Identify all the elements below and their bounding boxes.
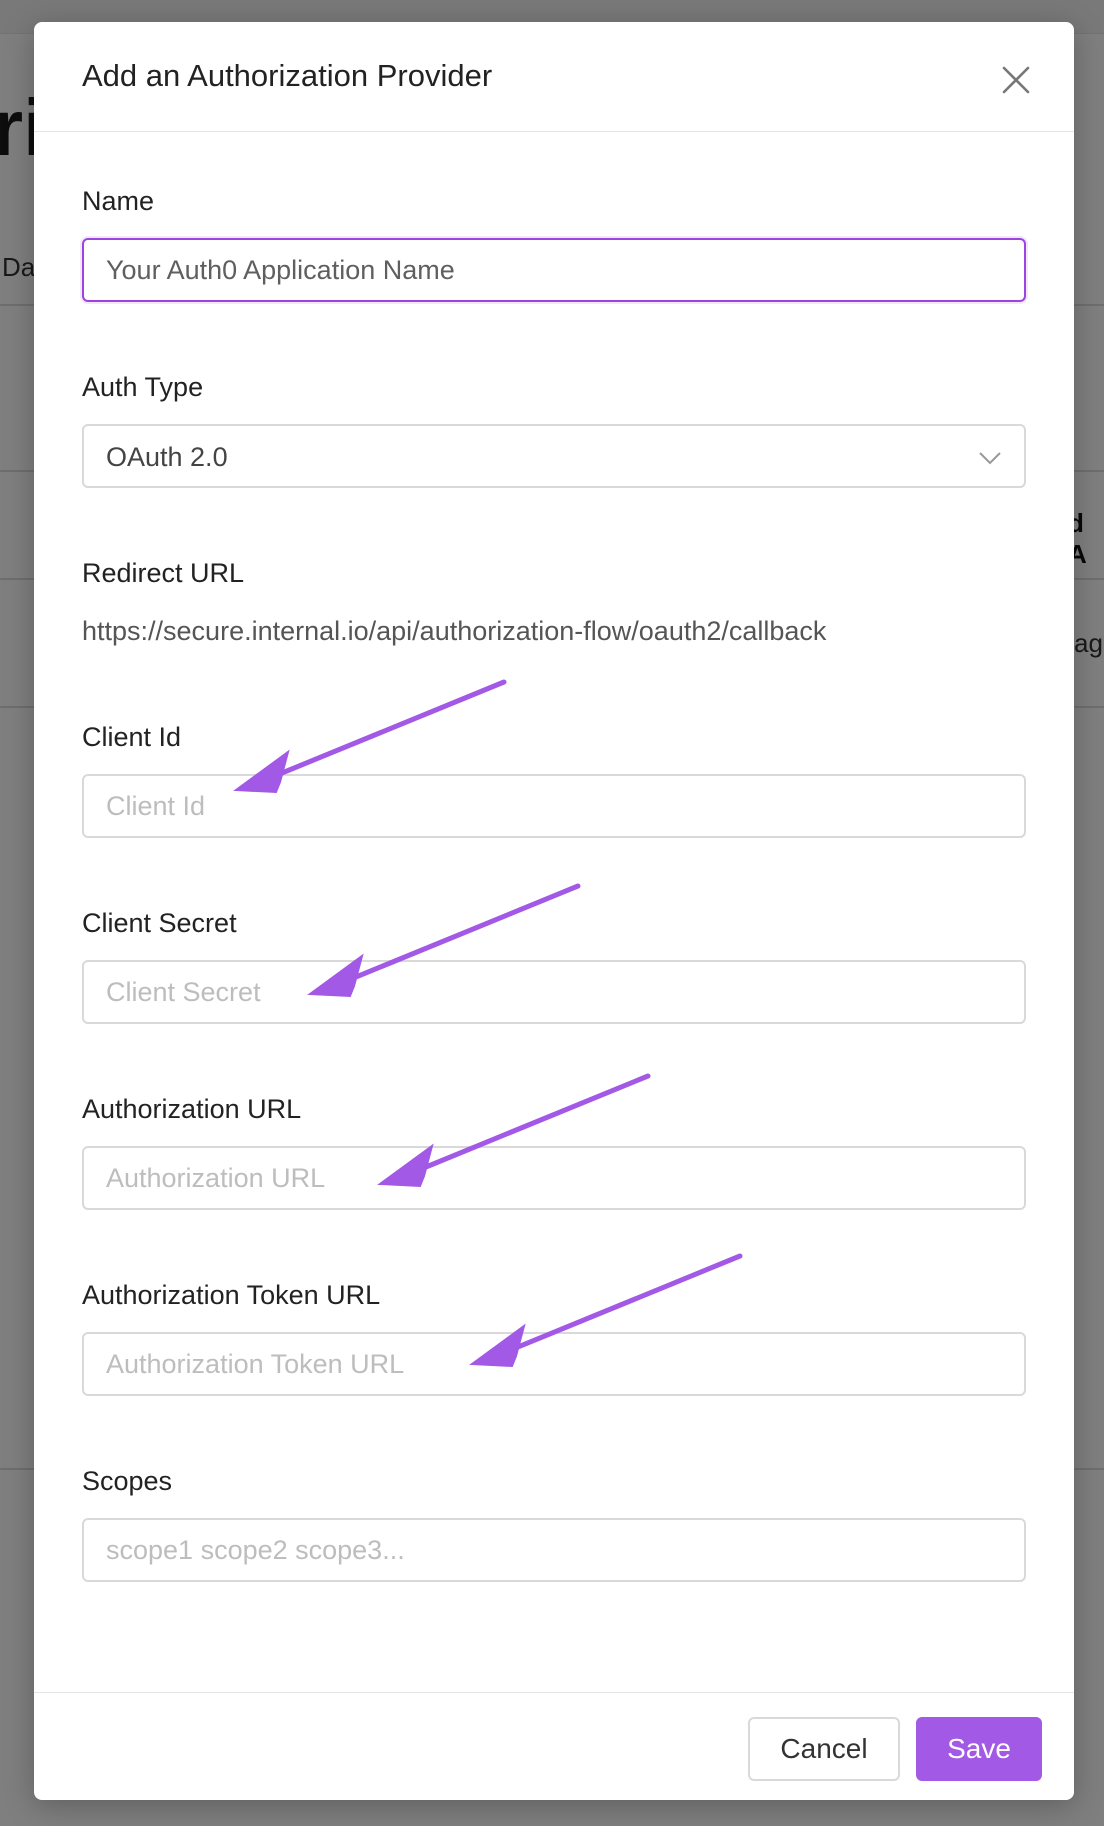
add-authorization-provider-modal: Add an Authorization Provider Name Auth … xyxy=(34,22,1074,1800)
client-secret-label: Client Secret xyxy=(82,908,237,938)
redirect-url-label: Redirect URL xyxy=(82,558,245,588)
chevron-down-icon xyxy=(979,452,1001,465)
client-id-label: Client Id xyxy=(82,722,182,752)
authorization-token-url-label: Authorization Token URL xyxy=(82,1280,381,1310)
authorization-url-label: Authorization URL xyxy=(82,1094,302,1124)
close-button[interactable] xyxy=(994,58,1038,102)
authorization-token-url-input[interactable] xyxy=(82,1332,1026,1396)
scopes-input[interactable] xyxy=(82,1518,1026,1582)
redirect-url-value: https://secure.internal.io/api/authoriza… xyxy=(82,616,827,646)
client-id-input[interactable] xyxy=(82,774,1026,838)
auth-type-label: Auth Type xyxy=(82,372,204,402)
name-label: Name xyxy=(82,186,155,216)
client-secret-input[interactable] xyxy=(82,960,1026,1024)
authorization-url-input[interactable] xyxy=(82,1146,1026,1210)
auth-type-selected-value: OAuth 2.0 xyxy=(106,442,228,472)
close-icon xyxy=(1002,66,1030,94)
name-input[interactable] xyxy=(82,238,1026,302)
auth-type-select[interactable]: OAuth 2.0 xyxy=(82,424,1026,488)
cancel-button[interactable]: Cancel xyxy=(748,1717,900,1781)
modal-header: Add an Authorization Provider xyxy=(34,22,1074,132)
save-button[interactable]: Save xyxy=(916,1717,1042,1781)
modal-title: Add an Authorization Provider xyxy=(82,58,493,93)
scopes-label: Scopes xyxy=(82,1466,173,1496)
modal-footer: Cancel Save xyxy=(34,1692,1074,1800)
